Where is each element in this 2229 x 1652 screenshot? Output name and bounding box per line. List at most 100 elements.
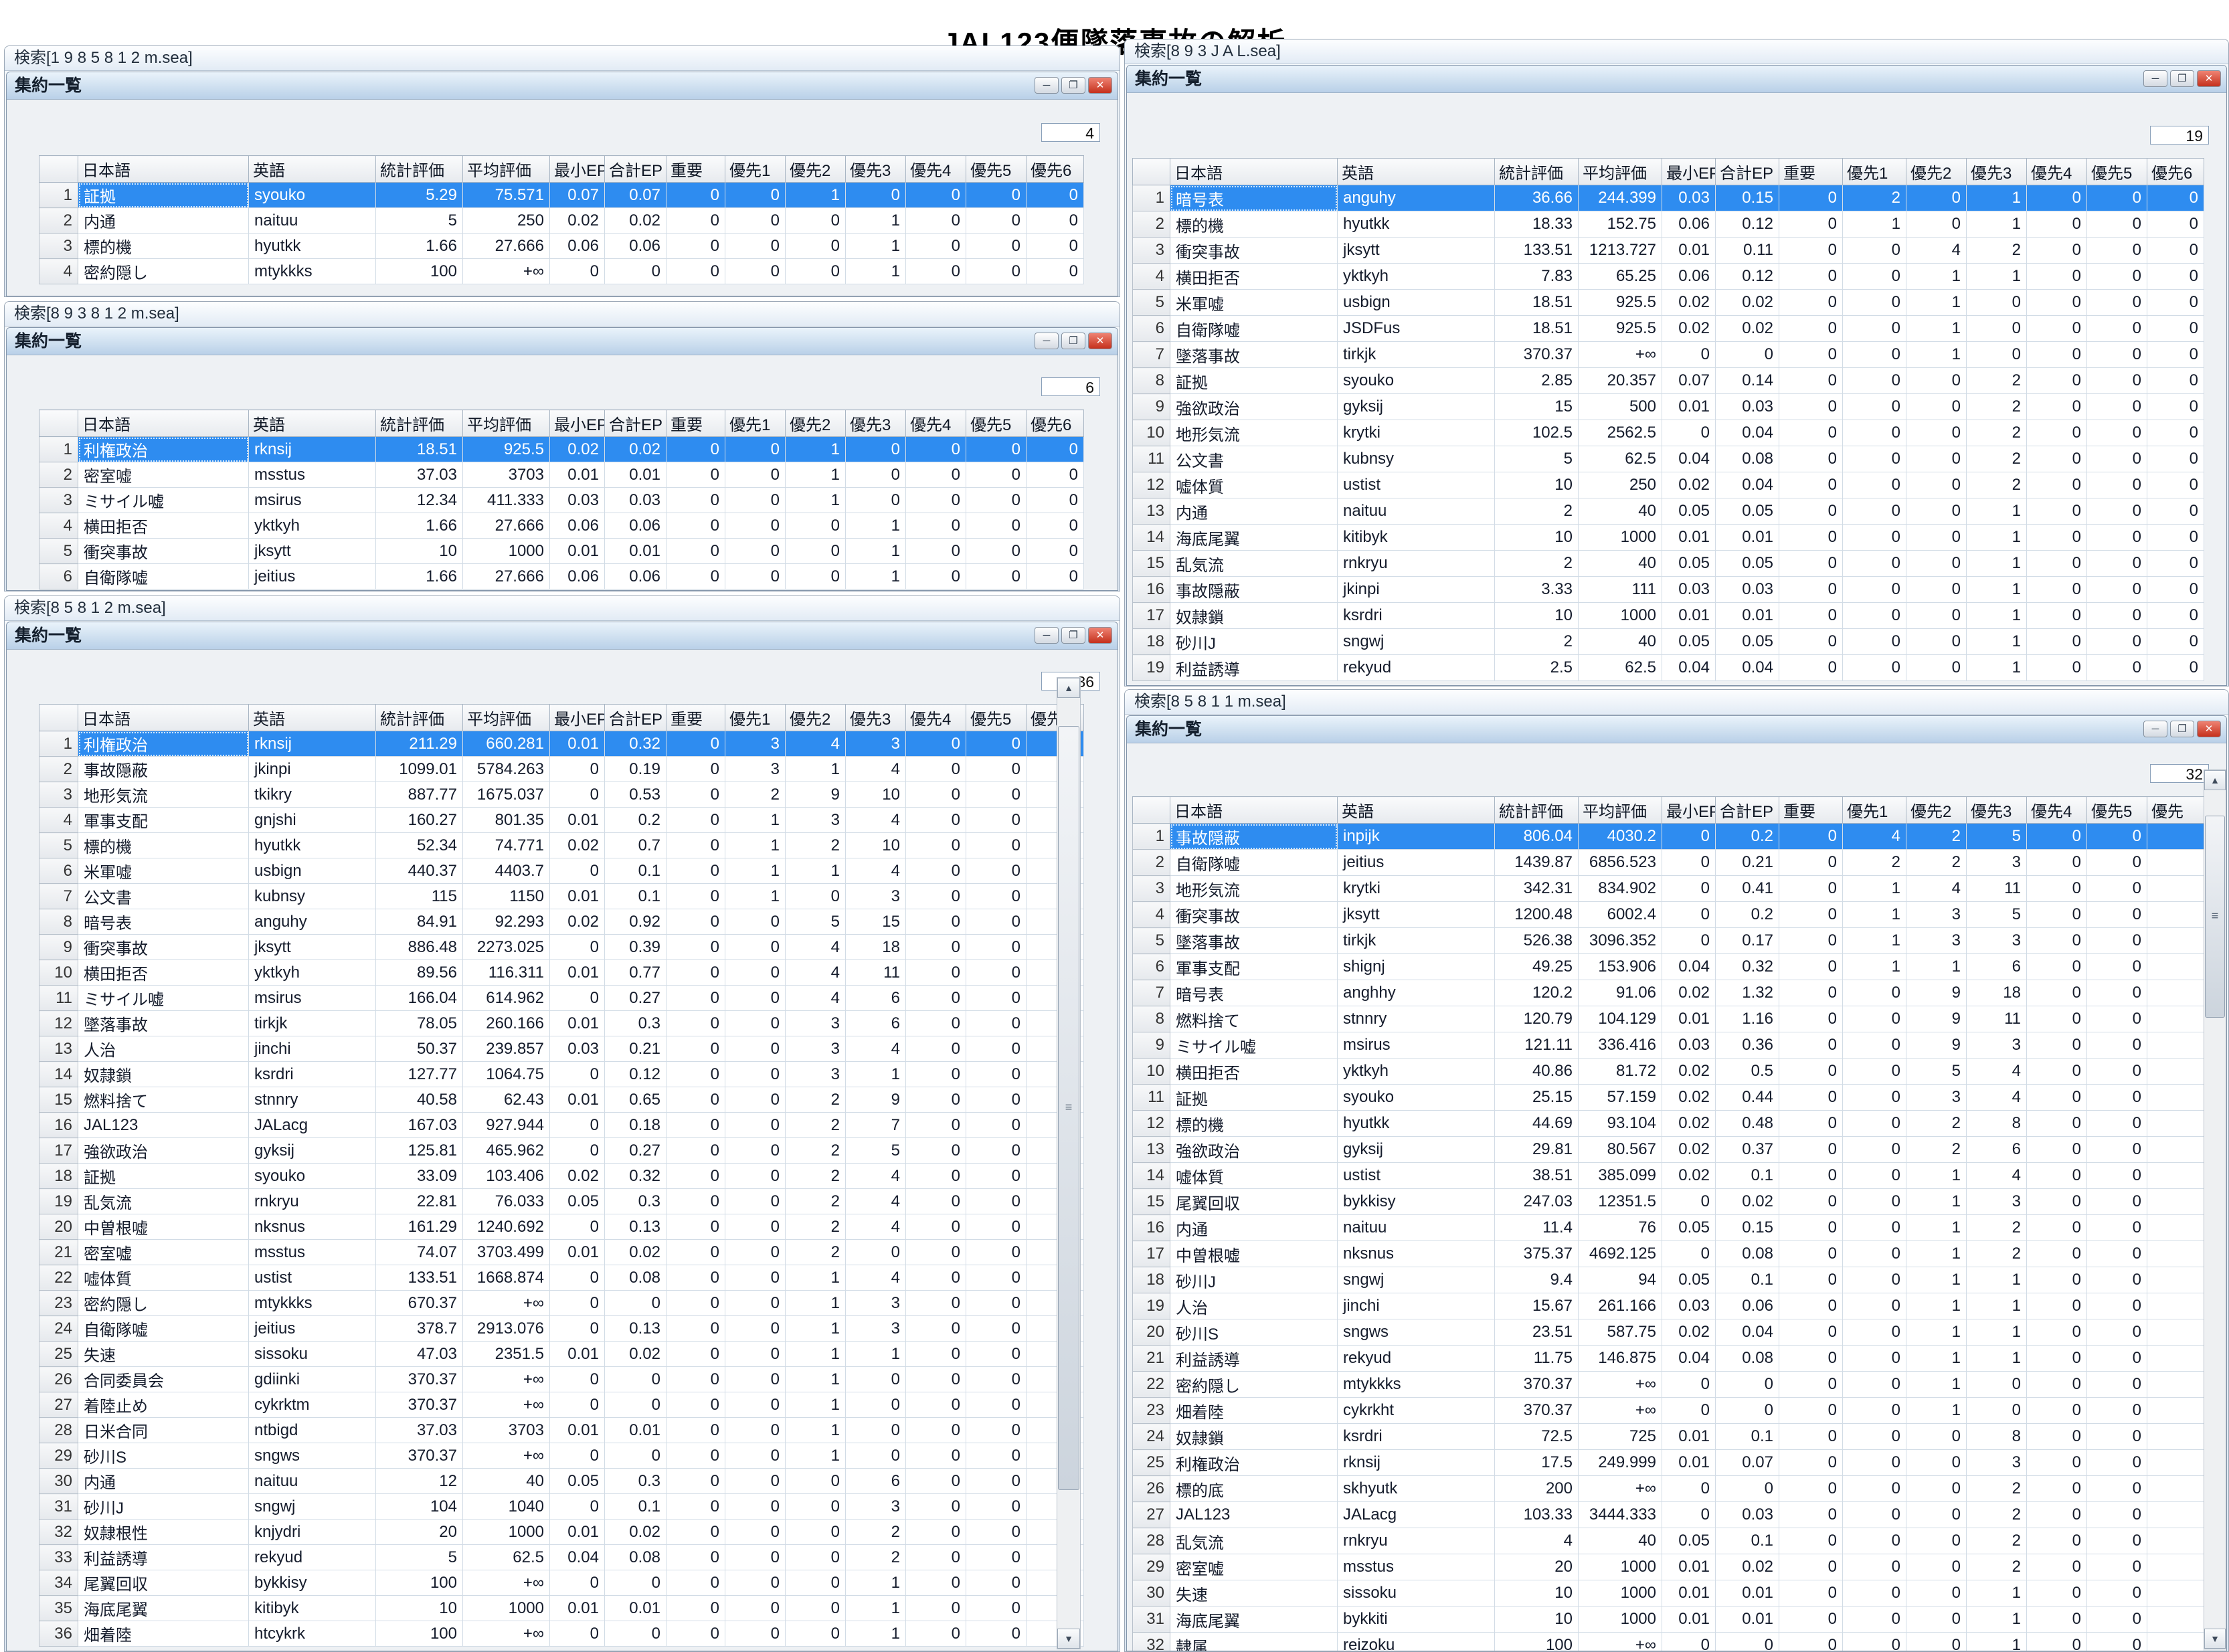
column-header[interactable]: 合計EP <box>1716 797 1779 824</box>
japanese-term-cell[interactable]: 衝突事故 <box>78 539 249 564</box>
value-cell[interactable]: 0 <box>966 183 1027 208</box>
table-row[interactable]: 8証拠syouko2.8520.3570.070.140002000 <box>1133 368 2204 394</box>
value-cell[interactable]: 0 <box>966 1011 1027 1036</box>
value-cell[interactable]: 0 <box>605 1443 666 1469</box>
value-cell[interactable]: 1213.727 <box>1579 238 1662 264</box>
english-term-cell[interactable]: jeitius <box>249 564 376 589</box>
value-cell[interactable]: 0.04 <box>550 1545 605 1570</box>
table-row[interactable]: 4密約隠しmtykkks100+∞000001000 <box>39 259 1084 284</box>
value-cell[interactable]: 10 <box>1495 525 1579 551</box>
value-cell[interactable]: 0 <box>1779 368 1843 394</box>
value-cell[interactable]: 3 <box>1967 850 2027 876</box>
value-cell[interactable]: 0 <box>906 1392 966 1418</box>
value-cell[interactable]: 0 <box>605 1291 666 1316</box>
value-cell[interactable]: 0 <box>906 935 966 960</box>
value-cell[interactable]: 0 <box>2087 420 2147 446</box>
value-cell[interactable]: 0 <box>550 1570 605 1596</box>
value-cell[interactable]: 0 <box>666 1621 725 1647</box>
english-term-cell[interactable]: tkikry <box>249 782 376 808</box>
table-row[interactable]: 18砂川Jsngwj2400.050.050001000 <box>1133 629 2204 655</box>
value-cell[interactable]: 0 <box>666 1164 725 1189</box>
english-term-cell[interactable]: syouko <box>249 1164 376 1189</box>
value-cell[interactable]: 2 <box>1495 498 1579 525</box>
value-cell[interactable]: 0 <box>605 1570 666 1596</box>
column-header[interactable]: 優先4 <box>906 156 966 183</box>
japanese-term-cell[interactable]: 奴隷鎖 <box>1170 1424 1338 1450</box>
row-number-cell[interactable]: 28 <box>39 1418 78 1443</box>
value-cell[interactable]: 0 <box>846 1367 906 1392</box>
value-cell[interactable]: 0 <box>966 1265 1027 1291</box>
value-cell[interactable]: 2273.025 <box>463 935 550 960</box>
value-cell[interactable]: 0 <box>666 1342 725 1367</box>
window-titlebar[interactable]: 検索[8 9 3 8 1 2 m.sea] <box>5 302 1120 327</box>
value-cell[interactable]: 6 <box>1967 954 2027 980</box>
table-row[interactable]: 26合同委員会gdiinki370.37+∞00001000 <box>39 1367 1084 1392</box>
value-cell[interactable] <box>2147 1137 2204 1163</box>
row-number-cell[interactable]: 11 <box>1133 1085 1170 1111</box>
value-cell[interactable]: 0 <box>1843 1607 1906 1633</box>
value-cell[interactable]: 0 <box>906 1087 966 1113</box>
english-term-cell[interactable]: gnjshi <box>249 808 376 833</box>
value-cell[interactable]: 92.293 <box>463 909 550 935</box>
value-cell[interactable]: 1 <box>1906 1189 1967 1215</box>
value-cell[interactable]: 1 <box>1967 1346 2027 1372</box>
value-cell[interactable]: 1 <box>786 462 846 488</box>
column-header[interactable]: 統計評価 <box>376 705 463 731</box>
value-cell[interactable]: 23.51 <box>1495 1319 1579 1346</box>
table-row[interactable]: 22密約隠しmtykkks370.37+∞00001000 <box>1133 1372 2204 1398</box>
value-cell[interactable]: 0 <box>725 1418 786 1443</box>
english-term-cell[interactable]: ustist <box>1338 1163 1495 1189</box>
value-cell[interactable]: 4692.125 <box>1579 1241 1662 1267</box>
value-cell[interactable]: 4 <box>846 808 906 833</box>
value-cell[interactable]: 0 <box>1843 1424 1906 1450</box>
value-cell[interactable]: 3 <box>786 808 846 833</box>
value-cell[interactable]: 0 <box>1779 185 1843 211</box>
value-cell[interactable]: 0 <box>1779 264 1843 290</box>
table-row[interactable]: 23畑着陸cykrkht370.37+∞00001000 <box>1133 1398 2204 1424</box>
value-cell[interactable]: 0 <box>966 1367 1027 1392</box>
value-cell[interactable]: 0 <box>1779 1085 1843 1111</box>
value-cell[interactable]: 2 <box>1967 394 2027 420</box>
value-cell[interactable]: 0 <box>725 1392 786 1418</box>
japanese-term-cell[interactable]: 人治 <box>1170 1293 1338 1319</box>
value-cell[interactable]: 121.11 <box>1495 1032 1579 1059</box>
value-cell[interactable]: 0 <box>906 208 966 234</box>
table-row[interactable]: 1利権政治rknsij211.29660.2810.010.32034300 <box>39 731 1084 757</box>
value-cell[interactable]: 0 <box>1843 238 1906 264</box>
table-row[interactable]: 24自衛隊嘘jeitius378.72913.07600.13001300 <box>39 1316 1084 1342</box>
value-cell[interactable]: 1 <box>786 1316 846 1342</box>
table-row[interactable]: 33利益誘導rekyud562.50.040.08000200 <box>39 1545 1084 1570</box>
column-header[interactable]: 統計評価 <box>376 156 463 183</box>
value-cell[interactable]: 5 <box>786 909 846 935</box>
english-term-cell[interactable]: sngwj <box>1338 1267 1495 1293</box>
column-header[interactable]: 優先2 <box>786 156 846 183</box>
japanese-term-cell[interactable]: 標的機 <box>1170 1111 1338 1137</box>
value-cell[interactable]: 0.1 <box>1716 1163 1779 1189</box>
value-cell[interactable]: 0 <box>666 782 725 808</box>
column-header[interactable]: 優先 <box>2147 797 2204 824</box>
value-cell[interactable]: 133.51 <box>376 1265 463 1291</box>
value-cell[interactable]: 0 <box>966 437 1027 462</box>
value-cell[interactable]: 3 <box>786 1062 846 1087</box>
value-cell[interactable]: 0 <box>906 564 966 589</box>
value-cell[interactable]: 20 <box>1495 1554 1579 1580</box>
value-cell[interactable]: 0 <box>906 884 966 909</box>
value-cell[interactable]: 0 <box>725 539 786 564</box>
value-cell[interactable]: 0 <box>966 1062 1027 1087</box>
row-number-cell[interactable]: 25 <box>1133 1450 1170 1476</box>
value-cell[interactable]: 0 <box>966 1214 1027 1240</box>
english-term-cell[interactable]: stnnry <box>1338 1006 1495 1032</box>
value-cell[interactable]: 0 <box>2087 185 2147 211</box>
value-cell[interactable]: 0 <box>966 208 1027 234</box>
value-cell[interactable]: 4 <box>846 1036 906 1062</box>
row-number-cell[interactable]: 16 <box>1133 577 1170 603</box>
english-term-cell[interactable]: msstus <box>249 462 376 488</box>
japanese-term-cell[interactable]: 米軍嘘 <box>78 858 249 884</box>
value-cell[interactable]: 0 <box>2027 603 2087 629</box>
value-cell[interactable]: +∞ <box>463 1621 550 1647</box>
english-term-cell[interactable]: kubnsy <box>1338 446 1495 472</box>
value-cell[interactable]: 120.2 <box>1495 980 1579 1006</box>
value-cell[interactable]: 0 <box>2087 211 2147 238</box>
value-cell[interactable]: 0 <box>1843 1633 1906 1652</box>
value-cell[interactable]: 0 <box>1843 577 1906 603</box>
